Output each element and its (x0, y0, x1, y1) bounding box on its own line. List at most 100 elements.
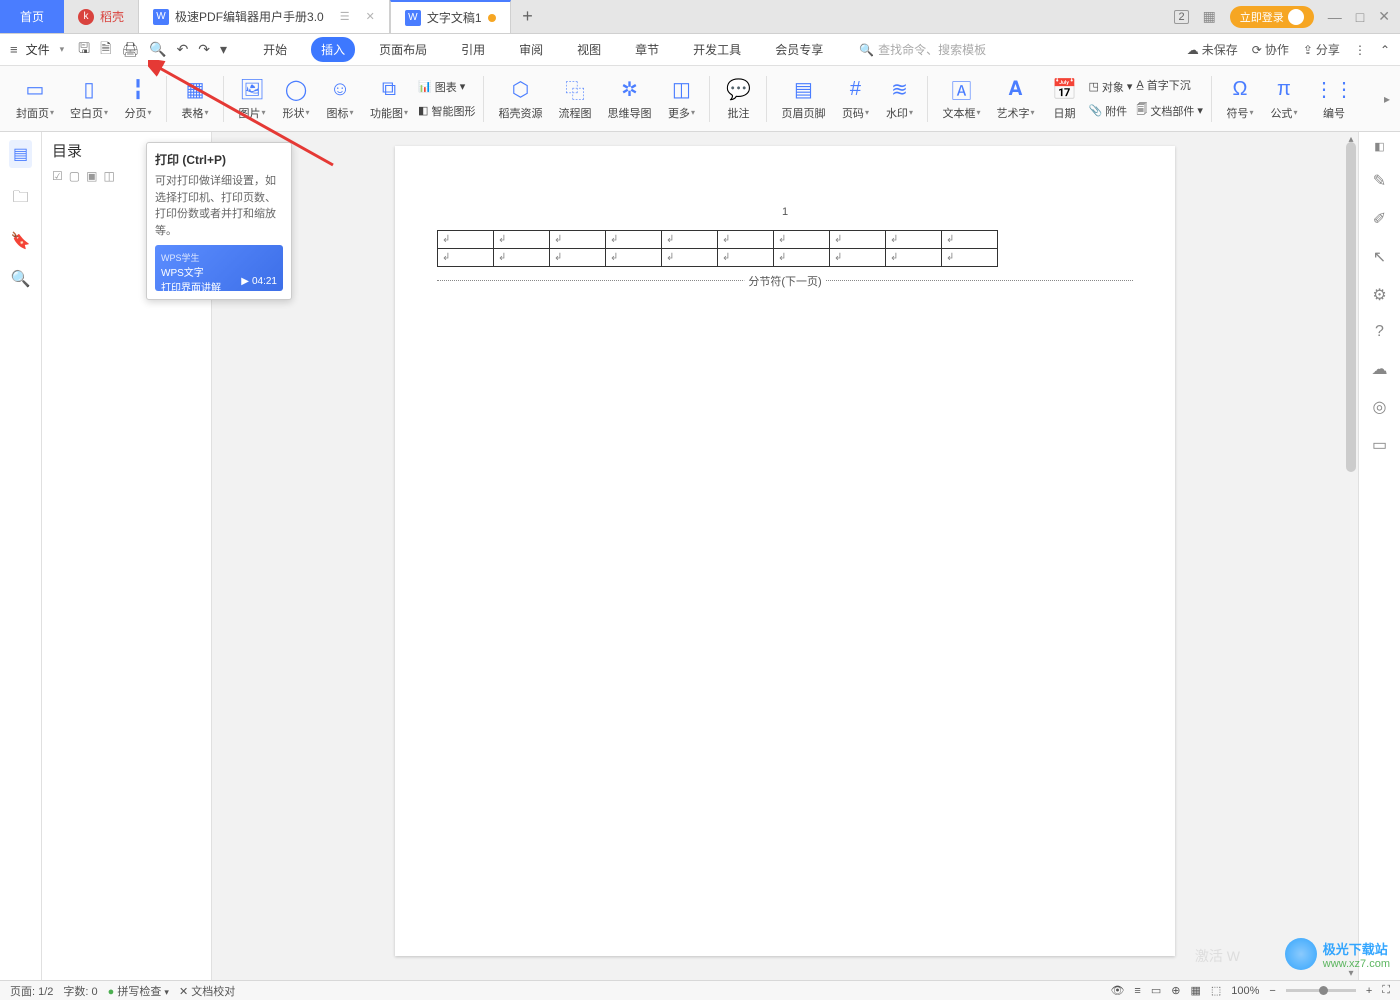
rib-shape[interactable]: ◯形状▾ (276, 77, 316, 121)
tab-new[interactable]: + (511, 0, 545, 33)
ribtab-review[interactable]: 审阅 (509, 37, 553, 62)
status-proof[interactable]: ✕ 文档校对 (179, 983, 235, 999)
rs-style-icon[interactable]: ✎ (1373, 171, 1386, 191)
unsaved-status[interactable]: ☁未保存 (1187, 41, 1238, 58)
status-spell[interactable]: ● 拼写检查 ▾ (108, 983, 169, 999)
zoom-reset-icon[interactable]: ⬚ (1211, 984, 1221, 997)
rib-chart[interactable]: 📊图表▾ (418, 77, 475, 97)
rib-picture[interactable]: 🖼图片▾ (232, 77, 272, 121)
tab-doc-2[interactable]: W 文字文稿1 (390, 0, 511, 33)
maximize-icon[interactable]: □ (1356, 9, 1364, 25)
ribtab-insert[interactable]: 插入 (311, 37, 355, 62)
status-grid-icon[interactable]: ▦ (1190, 984, 1200, 997)
file-menu[interactable]: ≡ 文件 ▾ (10, 41, 64, 58)
rs-select-icon[interactable]: ↖ (1373, 247, 1386, 267)
expand-icon[interactable]: ▢ (69, 169, 80, 183)
rib-comment[interactable]: 💬批注 (718, 77, 758, 121)
redo-icon[interactable]: ↷ (198, 41, 210, 58)
rs-help-icon[interactable]: ? (1375, 323, 1384, 341)
ribtab-section[interactable]: 章节 (625, 37, 669, 62)
ribbon-more-icon[interactable]: ▸ (1384, 92, 1390, 106)
zoom-out-icon[interactable]: − (1269, 985, 1275, 997)
print-icon[interactable]: 🖨 (121, 41, 139, 58)
badge-icon[interactable]: 2 (1174, 10, 1188, 24)
nav-bookmark-icon[interactable]: 🗀 (12, 186, 28, 213)
search-input[interactable]: 🔍 查找命令、搜索模板 (859, 41, 986, 58)
rib-header[interactable]: ▤页眉页脚 (775, 77, 831, 121)
rib-pageno[interactable]: #页码▾ (835, 77, 875, 121)
ribtab-view[interactable]: 视图 (567, 37, 611, 62)
save-as-icon[interactable]: 🗎 (100, 38, 111, 62)
status-list-icon[interactable]: ≡ (1134, 985, 1140, 997)
document-canvas[interactable]: 1 ↲↲↲↲↲↲↲↲↲↲ ↲↲↲↲↲↲↲↲↲↲ 分节符(下一页) ▴ ▾ (212, 132, 1358, 980)
rib-textbox[interactable]: 🄰文本框▾ (936, 77, 986, 121)
undo-icon[interactable]: ↶ (177, 41, 189, 58)
rib-flow[interactable]: ⿻流程图 (552, 77, 597, 121)
apps-icon[interactable]: ▦ (1203, 8, 1216, 25)
tab-doc1-menu-icon[interactable]: ☰ (340, 10, 350, 23)
rib-docpart[interactable]: 🗐文档部件▾ (1136, 99, 1203, 122)
ribtab-layout[interactable]: 页面布局 (369, 37, 437, 62)
close-icon[interactable]: ✕ (1378, 8, 1390, 25)
document-table[interactable]: ↲↲↲↲↲↲↲↲↲↲ ↲↲↲↲↲↲↲↲↲↲ (437, 230, 998, 267)
collapse-icon[interactable]: ▣ (86, 169, 97, 183)
rib-cover[interactable]: ▭封面页▾ (10, 77, 60, 121)
tab-doc-1[interactable]: W 极速PDF编辑器用户手册3.0 ☰ ✕ (138, 0, 390, 33)
rib-watermark[interactable]: ≋水印▾ (879, 77, 919, 121)
tooltip-video[interactable]: WPS学生 WPS文字 打印界面讲解 ▶04:21 (155, 245, 283, 291)
collapse-ribbon-icon[interactable]: ⌃ (1380, 43, 1390, 57)
ribtab-dev[interactable]: 开发工具 (683, 37, 751, 62)
ribtab-member[interactable]: 会员专享 (765, 37, 833, 62)
rib-wordart[interactable]: 𝐀艺术字▾ (990, 77, 1040, 121)
share-button[interactable]: ⇪分享 (1303, 41, 1340, 58)
tab-home[interactable]: 首页 (0, 0, 64, 33)
rib-funcpic[interactable]: ⧉功能图▾ (364, 77, 414, 121)
zoom-in-icon[interactable]: + (1366, 985, 1372, 997)
tab-doc1-close-icon[interactable]: ✕ (366, 10, 375, 23)
minimize-icon[interactable]: — (1328, 9, 1342, 25)
rib-smartart[interactable]: ◧智能图形 (418, 101, 475, 121)
status-web-icon[interactable]: ⊕ (1171, 984, 1180, 997)
rib-equation[interactable]: π公式▾ (1264, 77, 1304, 121)
nav-outline-icon[interactable]: ▤ (9, 140, 32, 168)
settings-icon[interactable]: ◫ (103, 169, 114, 183)
fullscreen-icon[interactable]: ⛶ (1382, 984, 1390, 997)
status-words[interactable]: 字数: 0 (63, 983, 97, 999)
status-page[interactable]: 页面: 1/2 (10, 983, 53, 999)
check-icon[interactable]: ☑ (52, 169, 63, 183)
rib-date[interactable]: 📅日期 (1044, 77, 1084, 121)
nav-search-icon[interactable]: 🔍 (11, 269, 31, 289)
nav-ribbon-icon[interactable]: 🔖 (11, 231, 31, 251)
preview-icon[interactable]: 🔍 (149, 41, 166, 58)
save-icon[interactable]: 🖫 (78, 38, 90, 62)
rib-attach[interactable]: 📎附件 (1088, 101, 1132, 121)
kebab-icon[interactable]: ⋮ (1354, 43, 1366, 57)
tab-shell[interactable]: k 稻壳 (64, 0, 138, 33)
scrollbar[interactable] (1346, 142, 1356, 970)
rib-break[interactable]: ╏分页▾ (118, 77, 158, 121)
rs-close-icon[interactable]: ◧ (1374, 140, 1384, 153)
rib-table[interactable]: ▦表格▾ (175, 77, 215, 121)
rib-more[interactable]: ◫更多▾ (661, 77, 701, 121)
rib-object[interactable]: ◳对象▾ (1088, 77, 1132, 97)
zoom-value[interactable]: 100% (1231, 985, 1259, 997)
rib-blank[interactable]: ▯空白页▾ (64, 77, 114, 121)
chevron-down-icon[interactable]: ▾ (220, 41, 227, 58)
rs-edit-icon[interactable]: ✐ (1373, 209, 1386, 229)
status-read-icon[interactable]: ▭ (1151, 984, 1161, 997)
rib-symbol[interactable]: Ω符号▾ (1220, 77, 1260, 121)
rs-cloud-icon[interactable]: ☁ (1372, 359, 1388, 379)
rs-target-icon[interactable]: ◎ (1373, 397, 1387, 417)
ribtab-start[interactable]: 开始 (253, 37, 297, 62)
rib-resource[interactable]: ⬡稻壳资源 (492, 77, 548, 121)
rib-number[interactable]: ⋮⋮编号 (1308, 77, 1360, 121)
status-eye-icon[interactable]: 👁 (1110, 984, 1124, 997)
rib-mind[interactable]: ✲思维导图 (601, 77, 657, 121)
coop-button[interactable]: ⟳协作 (1252, 41, 1289, 58)
rs-settings-icon[interactable]: ⚙ (1372, 285, 1386, 305)
login-button[interactable]: 立即登录 (1230, 6, 1314, 28)
rib-icon[interactable]: ☺图标▾ (320, 77, 360, 121)
ribtab-ref[interactable]: 引用 (451, 37, 495, 62)
rib-dropcap[interactable]: A̲首字下沉 (1136, 75, 1203, 95)
rs-book-icon[interactable]: ▭ (1372, 435, 1387, 455)
